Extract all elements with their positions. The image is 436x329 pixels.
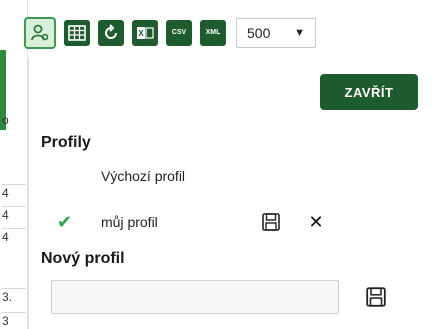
profile-settings-window: o 4 4 4 3. 3 X CSV XML 500 ▼ ZAVŘÍT Prof… (0, 0, 436, 329)
table-cell: 4 (2, 184, 26, 201)
table-cell: 3 (2, 312, 26, 329)
checkmark-icon: ✔ (57, 211, 73, 232)
toolbar: X CSV XML 500 ▼ (24, 14, 316, 52)
rows-per-page-select[interactable]: 500 ▼ (236, 18, 316, 48)
new-profile-input[interactable] (51, 280, 339, 314)
save-profile-button[interactable] (241, 212, 301, 232)
close-button[interactable]: ZAVŘÍT (320, 74, 418, 110)
table-grid-icon (68, 25, 86, 41)
profile-label: můj profil (101, 214, 158, 230)
xml-icon: XML (205, 29, 221, 36)
csv-icon: CSV (171, 29, 187, 36)
table-cell: 4 (2, 206, 26, 223)
export-xml-button[interactable]: XML (200, 20, 226, 46)
export-csv-button[interactable]: CSV (166, 20, 192, 46)
reset-button[interactable] (98, 20, 124, 46)
profiles-button[interactable] (24, 17, 56, 49)
save-new-profile-button[interactable] (365, 286, 387, 313)
floppy-disk-icon (366, 287, 386, 307)
new-profile-heading: Nový profil (41, 250, 125, 267)
table-cell: o (2, 113, 9, 127)
profile-item[interactable]: ✔ můj profil ✕ (41, 208, 421, 236)
profile-label: Výchozí profil (101, 168, 186, 184)
refresh-icon (105, 24, 117, 39)
floppy-disk-icon (262, 213, 280, 231)
user-settings-icon (31, 24, 49, 41)
profiles-panel: ZAVŘÍT Profily Výchozí profil ✔ můj prof… (28, 58, 428, 329)
table-cell: 3. (2, 288, 26, 305)
columns-button[interactable] (64, 20, 90, 46)
background-table: o 4 4 4 3. 3 (0, 0, 28, 329)
profile-item[interactable]: Výchozí profil (41, 162, 421, 190)
table-cell: 4 (2, 228, 26, 245)
profiles-heading: Profily (41, 134, 91, 151)
excel-icon: X (137, 27, 154, 39)
chevron-down-icon: ▼ (294, 27, 305, 39)
export-excel-button[interactable]: X (132, 20, 158, 46)
delete-profile-button[interactable]: ✕ (301, 212, 331, 233)
rows-per-page-value: 500 (247, 25, 271, 41)
svg-text:X: X (138, 29, 144, 38)
